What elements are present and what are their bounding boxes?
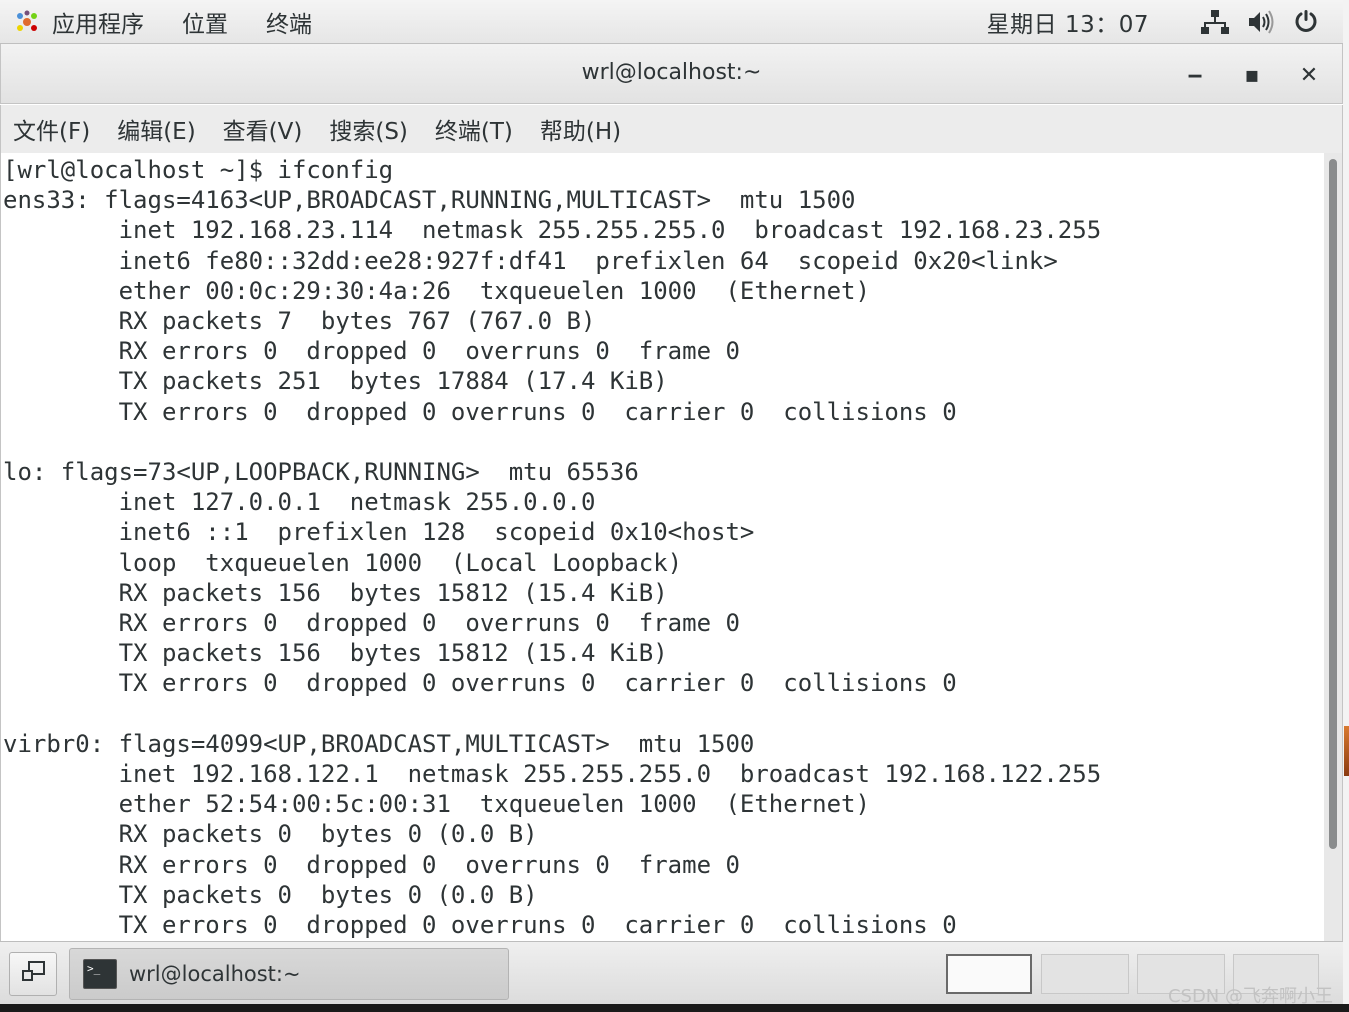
terminal-icon [83, 959, 117, 989]
volume-icon[interactable] [1247, 9, 1275, 35]
menu-search[interactable]: 搜索(S) [329, 112, 408, 146]
background-window-edge [1344, 726, 1349, 776]
screen-edge [1343, 0, 1349, 1004]
window-title: wrl@localhost:~ [581, 60, 762, 85]
show-desktop-button[interactable] [9, 952, 57, 996]
menu-terminal[interactable]: 终端(T) [435, 112, 513, 146]
terminal-line: RX packets 0 bytes 0 (0.0 B) [3, 820, 538, 849]
minimize-icon: ‒ [1187, 62, 1203, 88]
minimize-button[interactable]: ‒ [1178, 58, 1212, 92]
terminal-output[interactable]: [wrl@localhost ~]$ ifconfig ens33: flags… [3, 155, 1101, 940]
terminal-line: inet6 ::1 prefixlen 128 scopeid 0x10<hos… [3, 518, 755, 547]
show-desktop-icon [20, 960, 46, 988]
bottom-edge [0, 1004, 1349, 1012]
taskbar-window-button[interactable]: wrl@localhost:~ [69, 948, 509, 1000]
terminal-line: lo: flags=73<UP,LOOPBACK,RUNNING> mtu 65… [3, 458, 639, 487]
clock[interactable]: 星期日 13：07 [987, 5, 1149, 39]
terminal-line: inet6 fe80::32dd:ee28:927f:df41 prefixle… [3, 246, 1058, 275]
close-button[interactable]: ✕ [1292, 58, 1326, 92]
applications-menu[interactable]: 应用程序 [14, 5, 182, 39]
bottom-panel: wrl@localhost:~ CSDN @飞奔啊小王 [0, 941, 1349, 1007]
terminal-line: TX errors 0 dropped 0 overruns 0 carrier… [3, 669, 957, 698]
desktop: 应用程序 位置 终端 星期日 13：07 wrl@localhost:~ ‒ ▪… [0, 0, 1349, 1012]
menu-file[interactable]: 文件(F) [13, 112, 90, 146]
terminal-line: loop txqueuelen 1000 (Local Loopback) [3, 548, 683, 577]
window-controls: ‒ ▪ ✕ [1155, 58, 1326, 92]
terminal-line: RX errors 0 dropped 0 overruns 0 frame 0 [3, 850, 740, 879]
terminal-line: virbr0: flags=4099<UP,BROADCAST,MULTICAS… [3, 729, 755, 758]
terminal-line: RX packets 7 bytes 767 (767.0 B) [3, 307, 596, 336]
terminal-line: TX errors 0 dropped 0 overruns 0 carrier… [3, 397, 957, 426]
terminal-scrollbar[interactable] [1324, 153, 1343, 941]
terminal-view[interactable]: [wrl@localhost ~]$ ifconfig ens33: flags… [0, 153, 1324, 941]
maximize-icon: ▪ [1244, 62, 1260, 88]
top-panel: 应用程序 位置 终端 星期日 13：07 [0, 0, 1345, 44]
maximize-button[interactable]: ▪ [1235, 58, 1269, 92]
terminal-line: RX errors 0 dropped 0 overruns 0 frame 0 [3, 609, 740, 638]
menubar: 文件(F) 编辑(E) 查看(V) 搜索(S) 终端(T) 帮助(H) [0, 105, 1343, 153]
menu-view[interactable]: 查看(V) [223, 112, 303, 146]
terminal-line: inet 192.168.122.1 netmask 255.255.255.0… [3, 760, 1102, 789]
network-icon[interactable] [1201, 9, 1229, 35]
terminal-line: inet 127.0.0.1 netmask 255.0.0.0 [3, 488, 596, 517]
terminal-line: ens33: flags=4163<UP,BROADCAST,RUNNING,M… [3, 186, 856, 215]
app-menu[interactable]: 终端 [266, 5, 312, 39]
system-tray[interactable] [1183, 9, 1319, 35]
terminal-line: ether 00:0c:29:30:4a:26 txqueuelen 1000 … [3, 276, 870, 305]
terminal-line: RX packets 156 bytes 15812 (15.4 KiB) [3, 578, 668, 607]
terminal-line: inet 192.168.23.114 netmask 255.255.255.… [3, 216, 1102, 245]
terminal-line: RX errors 0 dropped 0 overruns 0 frame 0 [3, 337, 740, 366]
menu-help[interactable]: 帮助(H) [540, 112, 621, 146]
menu-edit[interactable]: 编辑(E) [117, 112, 195, 146]
scrollbar-thumb[interactable] [1329, 159, 1337, 849]
taskbar-window-label: wrl@localhost:~ [129, 962, 301, 986]
workspace-2[interactable] [1041, 954, 1129, 994]
gnome-foot-icon [14, 9, 40, 35]
close-icon: ✕ [1299, 62, 1319, 88]
terminal-line: TX packets 251 bytes 17884 (17.4 KiB) [3, 367, 668, 396]
window-titlebar[interactable]: wrl@localhost:~ ‒ ▪ ✕ [0, 44, 1343, 104]
workspace-1[interactable] [946, 954, 1032, 994]
terminal-line: [wrl@localhost ~]$ ifconfig [3, 156, 394, 184]
power-icon[interactable] [1293, 9, 1319, 35]
terminal-line: TX packets 156 bytes 15812 (15.4 KiB) [3, 639, 668, 668]
applications-menu-label: 应用程序 [52, 11, 144, 38]
terminal-line: TX packets 0 bytes 0 (0.0 B) [3, 880, 538, 909]
terminal-line: ether 52:54:00:5c:00:31 txqueuelen 1000 … [3, 790, 870, 819]
places-menu[interactable]: 位置 [182, 5, 228, 39]
terminal-line: TX errors 0 dropped 0 overruns 0 carrier… [3, 911, 957, 940]
